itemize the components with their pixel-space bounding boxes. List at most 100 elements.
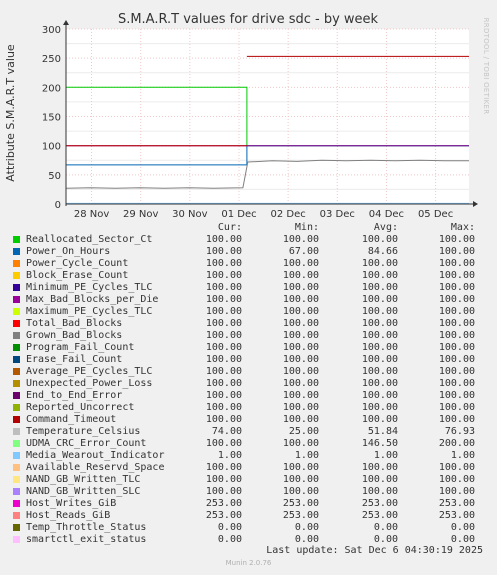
legend-row: Available_Reservd_Space 100.00 100.00 100.0… <box>8 462 488 474</box>
legend-min-value: 100.00 <box>282 354 319 365</box>
x-tick-label: 04 Dec <box>369 209 404 220</box>
y-tick-label: 0 <box>55 200 61 211</box>
legend-min-value: 100.00 <box>282 486 319 497</box>
legend-min-value: 100.00 <box>282 342 319 353</box>
legend-swatch <box>13 272 20 279</box>
legend-avg-value: 1.00 <box>373 450 398 461</box>
legend-swatch <box>13 404 20 411</box>
legend-min-value: 253.00 <box>282 498 319 509</box>
legend-swatch <box>13 344 20 351</box>
legend-swatch <box>13 308 20 315</box>
legend-table: Cur: Min: Avg: Max: Reallocated_Sector_C… <box>8 222 488 546</box>
legend-cur-value: 100.00 <box>205 474 242 485</box>
legend-max-value: 200.00 <box>438 438 475 449</box>
y-tick-label: 200 <box>42 83 61 94</box>
legend-row: Temp_Throttle_Status 0.00 0.00 0.00 0.00 <box>8 522 488 534</box>
legend-row: Temperature_Celsius 74.00 25.00 51.84 76.93 <box>8 426 488 438</box>
legend-swatch <box>13 248 20 255</box>
legend-label: Temperature_Celsius <box>26 426 141 437</box>
legend-min-value: 100.00 <box>282 294 319 305</box>
x-tick-label: 02 Dec <box>271 209 306 220</box>
legend-cur-value: 100.00 <box>205 318 242 329</box>
legend-cur-value: 100.00 <box>205 342 242 353</box>
legend-max-value: 76.93 <box>444 426 475 437</box>
legend-row: Power_Cycle_Count 100.00 100.00 100.00 100.0… <box>8 258 488 270</box>
chart: S.M.A.R.T values for drive sdc - by week… <box>4 12 490 220</box>
legend-cur-value: 100.00 <box>205 438 242 449</box>
legend-label: Temp_Throttle_Status <box>26 522 147 533</box>
legend-swatch <box>13 236 20 243</box>
legend-min-value: 100.00 <box>282 318 319 329</box>
legend-label: Total_Bad_Blocks <box>26 318 123 329</box>
legend-min-value: 67.00 <box>288 246 319 257</box>
legend-min-value: 100.00 <box>282 258 319 269</box>
legend-label: Unexpected_Power_Loss <box>26 378 153 389</box>
x-axis-arrow <box>473 201 478 207</box>
legend-min-value: 100.00 <box>282 378 319 389</box>
legend-max-value: 100.00 <box>438 378 475 389</box>
legend-swatch <box>13 320 20 327</box>
legend-max-value: 100.00 <box>438 474 475 485</box>
legend-row: Grown_Bad_Blocks 100.00 100.00 100.00 100.00 <box>8 330 488 342</box>
col-avg-header: Avg: <box>373 222 398 233</box>
legend-swatch <box>13 284 20 291</box>
legend-cur-value: 74.00 <box>211 426 242 437</box>
legend-row: Average_PE_Cycles_TLC 100.00 100.00 100.00 1… <box>8 366 488 378</box>
y-tick-label: 100 <box>42 142 61 153</box>
legend-swatch <box>13 332 20 339</box>
x-tick-label: 29 Nov <box>123 209 159 220</box>
legend-swatch <box>13 356 20 363</box>
legend-max-value: 100.00 <box>438 318 475 329</box>
legend-row: Command_Timeout 100.00 100.00 100.00 100.00 <box>8 414 488 426</box>
legend-swatch <box>13 536 20 543</box>
y-axis-arrow <box>63 20 69 25</box>
x-tick-label: 05 Dec <box>418 209 453 220</box>
legend-label: Command_Timeout <box>26 414 117 425</box>
legend-row: Power_On_Hours 100.00 67.00 84.66 100.00 <box>8 246 488 258</box>
legend-max-value: 100.00 <box>438 270 475 281</box>
legend-min-value: 100.00 <box>282 438 319 449</box>
legend-row: UDMA_CRC_Error_Count 100.00 100.00 146.50 20… <box>8 438 488 450</box>
legend-label: NAND_GB_Written_TLC <box>26 474 141 485</box>
legend-label: UDMA_CRC_Error_Count <box>26 438 147 449</box>
legend-row: Reallocated_Sector_Ct 100.00 100.00 100.00 1… <box>8 234 488 246</box>
legend-max-value: 100.00 <box>438 390 475 401</box>
legend-avg-value: 100.00 <box>361 462 398 473</box>
col-max-header: Max: <box>450 222 475 233</box>
legend-row: Media_Wearout_Indicator 1.00 1.00 1.00 1.00 <box>8 450 488 462</box>
legend-avg-value: 100.00 <box>361 414 398 425</box>
legend-row: Host_Writes_GiB 253.00 253.00 253.00 253.00 <box>8 498 488 510</box>
legend-cur-value: 0.00 <box>217 522 242 533</box>
legend-cur-value: 100.00 <box>205 402 242 413</box>
legend-label: Available_Reservd_Space <box>26 462 165 473</box>
legend-avg-value: 100.00 <box>361 306 398 317</box>
legend-max-value: 100.00 <box>438 402 475 413</box>
y-axis-label: Attribute S.M.A.R.T value <box>4 44 17 182</box>
legend-swatch <box>13 464 20 471</box>
legend-max-value: 100.00 <box>438 282 475 293</box>
legend-label: Grown_Bad_Blocks <box>26 330 123 341</box>
legend-row: Total_Bad_Blocks 100.00 100.00 100.00 100.00 <box>8 318 488 330</box>
legend-avg-value: 100.00 <box>361 474 398 485</box>
legend-max-value: 0.00 <box>450 522 475 533</box>
legend-min-value: 100.00 <box>282 306 319 317</box>
legend-row: Maximum_PE_Cycles_TLC 100.00 100.00 100.00 1… <box>8 306 488 318</box>
legend-max-value: 100.00 <box>438 246 475 257</box>
legend-max-value: 253.00 <box>438 510 475 521</box>
legend-max-value: 253.00 <box>438 498 475 509</box>
legend-avg-value: 100.00 <box>361 234 398 245</box>
legend-label: Reported_Uncorrect <box>26 402 135 413</box>
legend-swatch <box>13 440 20 447</box>
legend-max-value: 1.00 <box>450 450 475 461</box>
legend-cur-value: 253.00 <box>205 510 242 521</box>
legend-cur-value: 100.00 <box>205 366 242 377</box>
legend-avg-value: 100.00 <box>361 354 398 365</box>
legend-cur-value: 100.00 <box>205 294 242 305</box>
legend-min-value: 100.00 <box>282 270 319 281</box>
legend-label: Power_Cycle_Count <box>26 258 129 269</box>
legend-avg-value: 100.00 <box>361 486 398 497</box>
legend-max-value: 100.00 <box>438 342 475 353</box>
legend-swatch <box>13 500 20 507</box>
legend-swatch <box>13 296 20 303</box>
legend-cur-value: 100.00 <box>205 282 242 293</box>
